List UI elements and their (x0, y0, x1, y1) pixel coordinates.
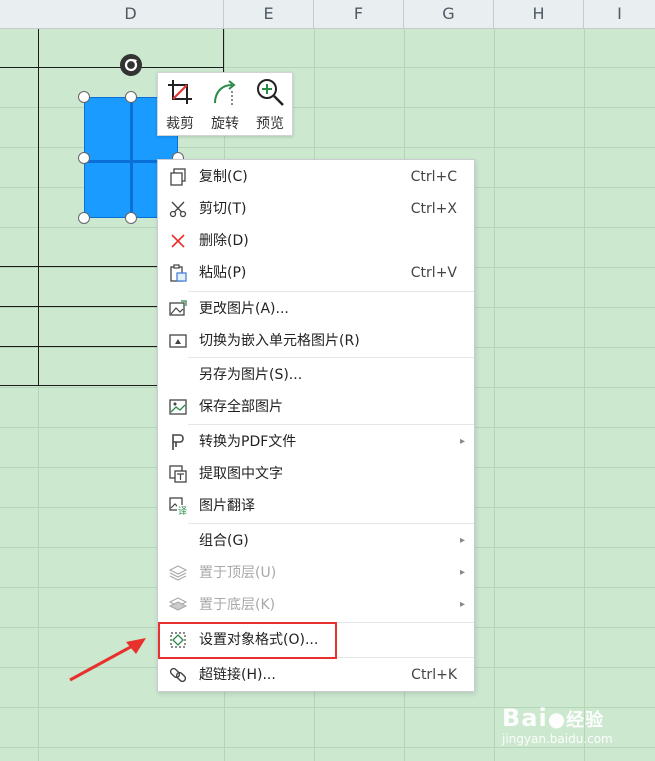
column-header-i[interactable]: I (584, 0, 655, 28)
rotate-button[interactable]: 旋转 (203, 73, 247, 135)
menu-item-convert-to-pdf[interactable]: 转换为PDF文件 ▸ (158, 427, 474, 457)
menu-item-label: 保存全部图片 (199, 399, 283, 415)
menu-item-label: 置于顶层(U) (199, 565, 277, 581)
watermark-brand-suffix: 经验 (566, 710, 605, 731)
menu-divider (188, 424, 474, 425)
menu-item-label: 提取图中文字 (199, 466, 283, 482)
menu-item-change-picture[interactable]: 更改图片(A)... (158, 294, 474, 324)
menu-item-send-to-bottom: 置于底层(K) ▸ (158, 590, 474, 620)
watermark-brand: Bai (502, 704, 548, 732)
menu-item-group[interactable]: 组合(G) ▸ (158, 526, 474, 556)
column-header-bar: D E F G H I (0, 0, 655, 29)
highlight-box (158, 622, 337, 659)
menu-item-shortcut: Ctrl+V (410, 265, 457, 281)
delete-x-icon (171, 234, 185, 248)
pdf-icon (172, 434, 184, 450)
resize-handle-bottom-left[interactable] (78, 212, 90, 224)
menu-item-label: 另存为图片(S)... (199, 367, 303, 383)
baidu-jingyan-watermark: Bai●经验 jingyan.baidu.com (502, 704, 652, 754)
embed-cell-icon (169, 334, 187, 348)
paw-icon: ● (547, 707, 567, 731)
column-header-d[interactable]: D (38, 0, 224, 28)
menu-item-label: 更改图片(A)... (199, 301, 289, 317)
translate-picture-icon: 译 (169, 497, 187, 515)
column-header-h[interactable]: H (494, 0, 584, 28)
send-to-back-icon (169, 597, 187, 611)
submenu-arrow-icon: ▸ (459, 535, 465, 546)
menu-item-label: 置于底层(K) (199, 597, 276, 613)
resize-handle-top[interactable] (125, 91, 137, 103)
bring-to-front-icon (169, 565, 187, 581)
submenu-arrow-icon: ▸ (459, 599, 465, 610)
menu-item-extract-text[interactable]: 提取图中文字 (158, 459, 474, 489)
svg-text:译: 译 (178, 506, 187, 515)
menu-item-label: 图片翻译 (199, 498, 255, 514)
menu-item-shortcut: Ctrl+C (410, 169, 457, 185)
picture-toolbar: 裁剪 旋转 预览 (157, 72, 293, 136)
change-picture-icon (169, 300, 187, 316)
save-all-pictures-icon (169, 399, 187, 415)
menu-item-save-as-picture[interactable]: 另存为图片(S)... (158, 360, 474, 390)
column-header-g[interactable]: G (404, 0, 494, 28)
zoom-in-icon (257, 79, 284, 106)
submenu-arrow-icon: ▸ (459, 436, 465, 447)
menu-item-label: 切换为嵌入单元格图片(R) (199, 333, 360, 349)
paste-icon (170, 264, 187, 282)
column-header-e[interactable]: E (224, 0, 314, 28)
menu-item-delete[interactable]: 删除(D) (158, 226, 474, 256)
menu-item-copy[interactable]: 复制(C) Ctrl+C (158, 162, 474, 192)
rotate-label: 旋转 (211, 116, 239, 132)
menu-item-label: 删除(D) (199, 233, 249, 249)
menu-item-shortcut: Ctrl+X (410, 201, 457, 217)
rotate-icon (214, 80, 236, 105)
menu-item-bring-to-top: 置于顶层(U) ▸ (158, 558, 474, 588)
menu-item-label: 复制(C) (199, 169, 248, 185)
crop-icon (168, 80, 192, 104)
menu-item-save-all-pictures[interactable]: 保存全部图片 (158, 392, 474, 422)
copy-icon (170, 168, 186, 186)
menu-item-label: 超链接(H)... (199, 667, 276, 683)
watermark-url: jingyan.baidu.com (502, 732, 613, 746)
link-icon (169, 667, 187, 683)
preview-button[interactable]: 预览 (248, 73, 292, 135)
preview-label: 预览 (256, 116, 284, 132)
menu-divider (188, 523, 474, 524)
resize-handle-bottom[interactable] (125, 212, 137, 224)
crop-label: 裁剪 (166, 116, 194, 132)
menu-item-translate-picture[interactable]: 译 图片翻译 (158, 491, 474, 521)
crop-button[interactable]: 裁剪 (158, 73, 202, 135)
context-menu: 复制(C) Ctrl+C 剪切(T) Ctrl+X 删除(D) 粘贴(P) Ct… (157, 159, 475, 692)
menu-item-label: 粘贴(P) (199, 265, 247, 281)
menu-item-shortcut: Ctrl+K (411, 667, 457, 683)
menu-divider (188, 357, 474, 358)
menu-divider (188, 291, 474, 292)
menu-item-label: 组合(G) (199, 533, 249, 549)
rotate-handle-icon[interactable] (120, 54, 142, 76)
menu-item-label: 转换为PDF文件 (199, 434, 297, 450)
menu-item-embed-in-cell[interactable]: 切换为嵌入单元格图片(R) (158, 326, 474, 356)
menu-item-label: 剪切(T) (199, 201, 247, 217)
annotation-arrow-icon (69, 638, 146, 682)
column-header-f[interactable]: F (314, 0, 404, 28)
menu-item-hyperlink[interactable]: 超链接(H)... Ctrl+K (158, 660, 474, 690)
menu-item-paste[interactable]: 粘贴(P) Ctrl+V (158, 258, 474, 288)
extract-text-icon (169, 465, 187, 483)
submenu-arrow-icon: ▸ (459, 567, 465, 578)
scissors-icon (169, 201, 187, 218)
resize-handle-left[interactable] (78, 152, 90, 164)
resize-handle-top-left[interactable] (78, 91, 90, 103)
menu-item-cut[interactable]: 剪切(T) Ctrl+X (158, 194, 474, 224)
